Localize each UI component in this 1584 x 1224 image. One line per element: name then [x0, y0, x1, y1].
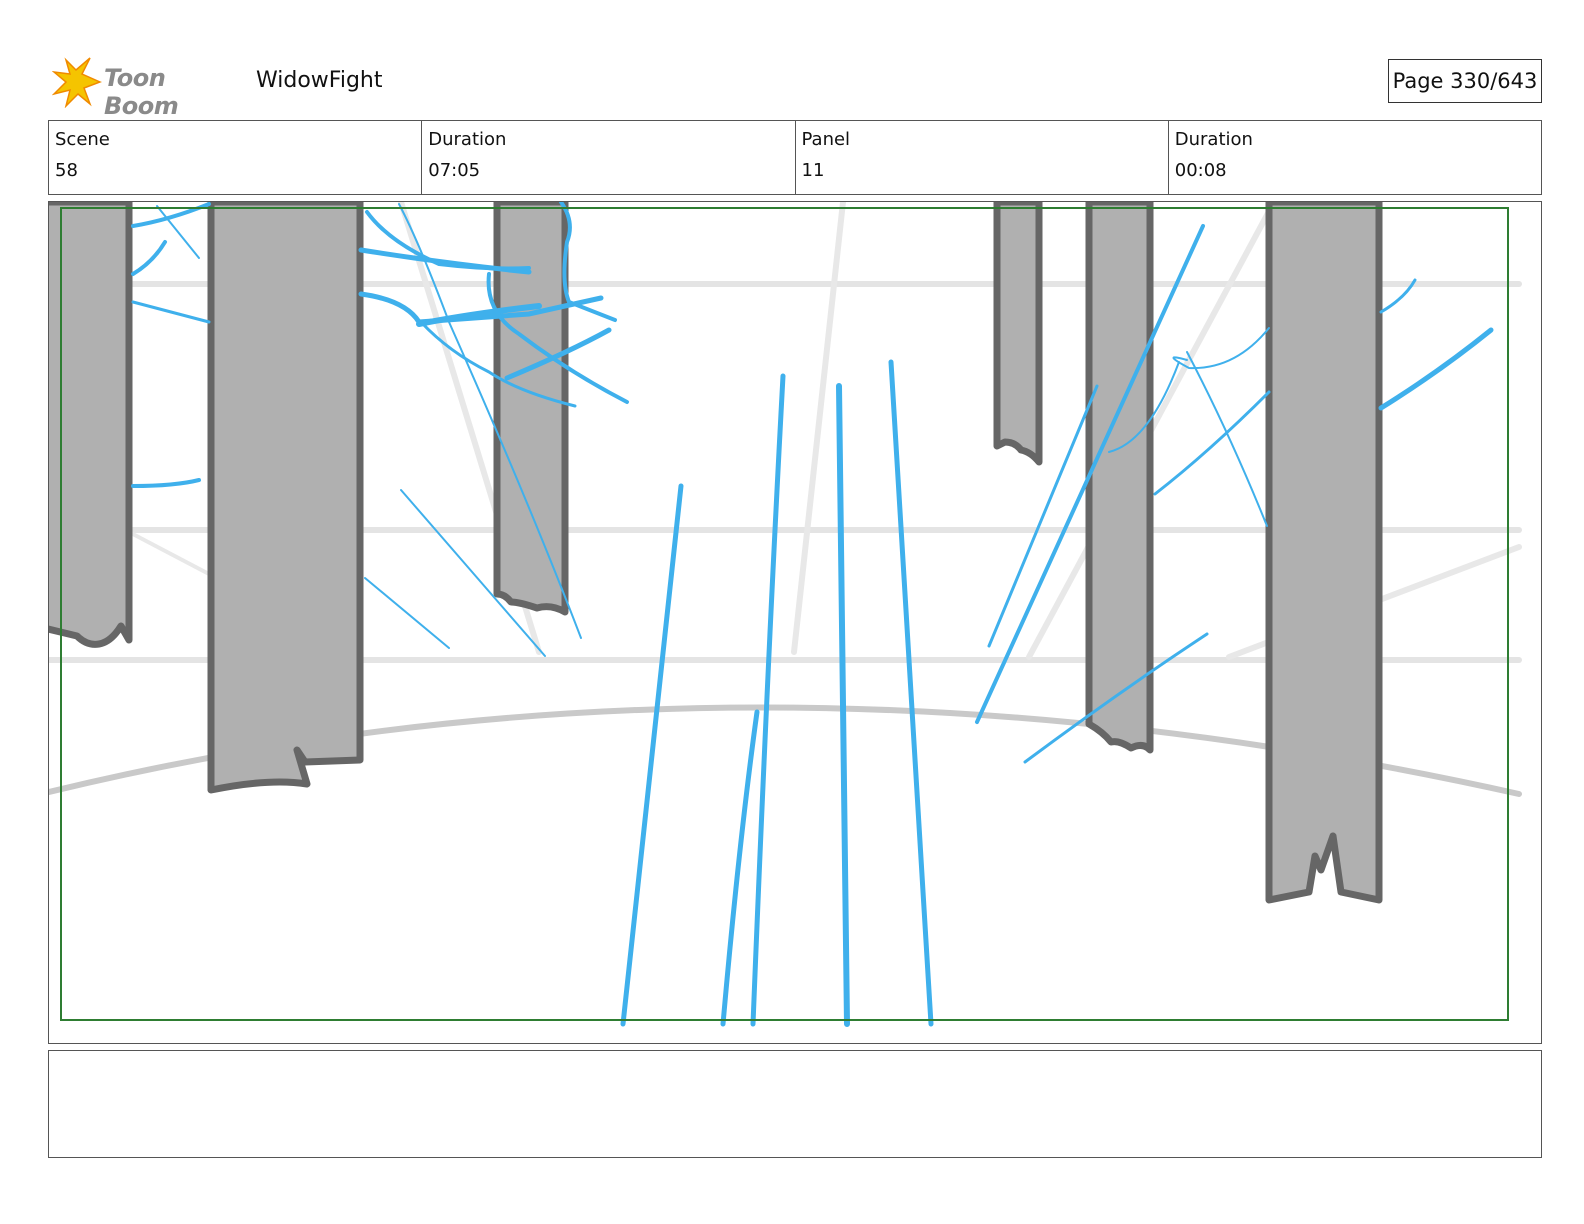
- panel-notes-box: [48, 1050, 1542, 1158]
- panel-value: 11: [801, 160, 825, 181]
- storyboard-info-bar: Scene 58 Duration 07:05 Panel 11 Duratio…: [48, 120, 1542, 195]
- tree-trunks: [49, 202, 1383, 904]
- scene-duration-cell: Duration 07:05: [421, 121, 794, 194]
- toon-boom-logo: Toon Boom: [51, 56, 242, 120]
- storyboard-panel-drawing: [48, 201, 1542, 1044]
- page-indicator: Page 330/643: [1388, 59, 1542, 103]
- scene-duration-label: Duration: [428, 129, 507, 150]
- starburst-icon: [51, 57, 102, 109]
- logo-wordmark: Toon Boom: [104, 64, 179, 120]
- panel-duration-value: 00:08: [1174, 160, 1227, 181]
- scene-duration-value: 07:05: [428, 160, 481, 181]
- panel-label: Panel: [801, 129, 851, 150]
- panel-duration-cell: Duration 00:08: [1167, 121, 1541, 194]
- scene-label: Scene: [55, 129, 110, 150]
- sketch-artwork: [49, 202, 1522, 1027]
- scene-cell: Scene 58: [49, 121, 421, 194]
- project-title: WidowFight: [256, 68, 383, 93]
- panel-duration-label: Duration: [1174, 129, 1253, 150]
- panel-cell: Panel 11: [794, 121, 1168, 194]
- scene-value: 58: [55, 160, 78, 181]
